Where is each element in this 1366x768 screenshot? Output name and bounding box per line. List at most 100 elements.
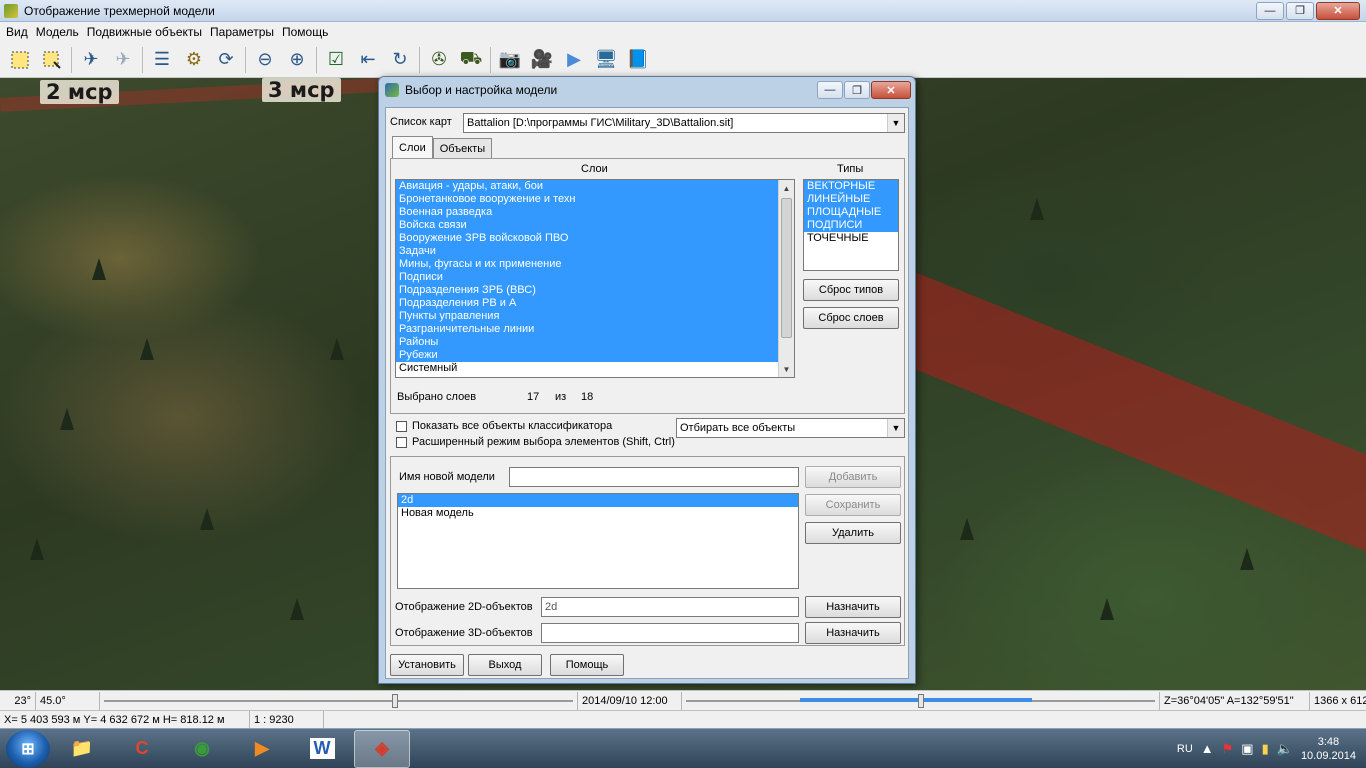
tray-expand-icon[interactable]: ▲ [1201,741,1214,756]
models-list[interactable]: 2d Новая модель [397,493,799,589]
assign-2d-button[interactable]: Назначить [805,596,901,618]
minimize-button[interactable]: — [1256,1,1284,20]
layer-list-item[interactable]: Разграничительные линии [396,323,794,336]
taskbar-media-player[interactable]: ▶ [234,730,290,768]
save-button[interactable]: Сохранить [805,494,901,516]
layer-list-item[interactable]: Вооружение ЗРВ войсковой ПВО [396,232,794,245]
taskbar-explorer[interactable]: 📁 [54,730,110,768]
vehicle-icon[interactable]: ⛟ [455,45,487,75]
map-list-combo[interactable]: Battalion [D:\программы ГИС\Military_3D\… [463,113,905,133]
menu-parameters[interactable]: Параметры [206,25,278,39]
restore-button[interactable]: ❐ [1286,1,1314,20]
type-list-item[interactable]: ПЛОЩАДНЫЕ [804,206,898,219]
model-list-item[interactable]: 2d [398,494,798,507]
tab-objects[interactable]: Объекты [432,138,493,158]
exit-button[interactable]: Выход [468,654,542,676]
layers-scrollbar[interactable]: ▲ ▼ [778,180,794,377]
slider-knob[interactable] [918,693,924,708]
layer-list-item[interactable]: Рубежи [396,349,794,362]
layer-list-item[interactable]: Бронетанковое вооружение и техн [396,193,794,206]
menu-view[interactable]: Вид [2,25,32,39]
check-icon[interactable]: ☑ [320,45,352,75]
select-rect-alt-icon[interactable] [36,45,68,75]
menu-help[interactable]: Помощь [278,25,332,39]
layers-list[interactable]: Авиация - удары, атаки, бои Бронетанковое… [395,179,795,378]
types-list[interactable]: ВЕКТОРНЫЕ ЛИНЕЙНЫЕ ПЛОЩАДНЫЕ ПОДПИСИ ТОЧЕЧНЫ… [803,179,899,271]
play-icon[interactable]: ▶ [558,45,590,75]
chevron-down-icon[interactable]: ▼ [887,114,904,132]
back-arrow-icon[interactable]: ⇤ [352,45,384,75]
gear-icon[interactable]: ⚙ [178,45,210,75]
scroll-thumb[interactable] [781,198,792,338]
zoom-out-icon[interactable]: ⊖ [249,45,281,75]
scroll-down-icon[interactable]: ▼ [779,361,794,377]
zoom-in-icon[interactable]: ⊕ [281,45,313,75]
taskbar-gis-app[interactable]: ◈ [354,729,410,768]
menu-model[interactable]: Модель [32,25,83,39]
layer-list-item[interactable]: Мины, фугасы и их применение [396,258,794,271]
layers-icon[interactable]: ☰ [146,45,178,75]
layer-list-item[interactable]: Войска связи [396,219,794,232]
language-indicator[interactable]: RU [1177,743,1193,755]
layer-list-item[interactable]: Подразделения ЗРБ (ВВС) [396,284,794,297]
speaker-icon[interactable]: 🔈 [1277,741,1293,757]
flag-icon[interactable]: ⚑ [1222,741,1234,757]
dialog-minimize-button[interactable]: — [817,81,843,99]
help-button[interactable]: Помощь [550,654,624,676]
install-button[interactable]: Установить [390,654,464,676]
display-3d-input[interactable] [541,623,799,643]
menu-moving-objects[interactable]: Подвижные объекты [83,25,206,39]
assign-3d-button[interactable]: Назначить [805,622,901,644]
menu-bar: Вид Модель Подвижные объекты Параметры П… [0,22,1366,42]
dialog-close-button[interactable]: ✕ [871,81,911,99]
display-2d-input[interactable]: 2d [541,597,799,617]
device-icon[interactable]: ▣ [1241,741,1253,757]
camera-icon[interactable]: 📷 [494,45,526,75]
reset-layers-button[interactable]: Сброс слоев [803,307,899,329]
taskbar-ccleaner[interactable]: C [114,730,170,768]
layer-list-item[interactable]: Задачи [396,245,794,258]
layer-list-item[interactable]: Районы [396,336,794,349]
layer-list-item[interactable]: Системный [396,362,794,375]
helicopter-icon[interactable]: ✇ [423,45,455,75]
close-button[interactable]: ✕ [1316,1,1360,20]
video-camera-icon[interactable]: 🎥 [526,45,558,75]
layer-list-item[interactable]: Пункты управления [396,310,794,323]
type-list-item[interactable]: ПОДПИСИ [804,219,898,232]
route-plane-icon[interactable]: ✈ [75,45,107,75]
layer-list-item[interactable]: Подразделения РВ и А [396,297,794,310]
model-list-item[interactable]: Новая модель [398,507,798,520]
tree [1240,548,1254,570]
type-list-item[interactable]: ЛИНЕЙНЫЕ [804,193,898,206]
extended-mode-checkbox[interactable] [396,437,407,448]
signal-icon[interactable]: ▮ [1262,741,1269,757]
slider-knob[interactable] [392,693,398,708]
type-list-item[interactable]: ТОЧЕЧНЫЕ [804,232,898,245]
tab-layers[interactable]: Слои [392,136,433,158]
scroll-up-icon[interactable]: ▲ [779,180,794,196]
reset-types-button[interactable]: Сброс типов [803,279,899,301]
show-all-checkbox[interactable] [396,421,407,432]
monitor-icon[interactable]: 🖥 [590,45,622,75]
plane-icon[interactable]: ✈ [107,45,139,75]
add-button[interactable]: Добавить [805,466,901,488]
clock[interactable]: 3:48 10.09.2014 [1301,735,1356,763]
select-rect-icon[interactable] [4,45,36,75]
chevron-down-icon[interactable]: ▼ [887,419,904,437]
dialog-maximize-button[interactable]: ❐ [844,81,870,99]
book-icon[interactable]: 📘 [622,45,654,75]
time-slider[interactable] [682,691,1160,710]
taskbar-chrome[interactable]: ◉ [174,730,230,768]
delete-button[interactable]: Удалить [805,522,901,544]
layer-list-item[interactable]: Подписи [396,271,794,284]
layer-list-item[interactable]: Военная разведка [396,206,794,219]
rotate-icon[interactable]: ↻ [384,45,416,75]
angle-slider[interactable] [100,691,578,710]
taskbar-word[interactable]: W [294,730,350,768]
filter-combo[interactable]: Отбирать все объекты ▼ [676,418,905,438]
start-button[interactable]: ⊞ [6,729,50,768]
new-model-input[interactable] [509,467,799,487]
refresh-icon[interactable]: ⟳ [210,45,242,75]
layer-list-item[interactable]: Авиация - удары, атаки, бои [396,180,794,193]
type-list-item[interactable]: ВЕКТОРНЫЕ [804,180,898,193]
